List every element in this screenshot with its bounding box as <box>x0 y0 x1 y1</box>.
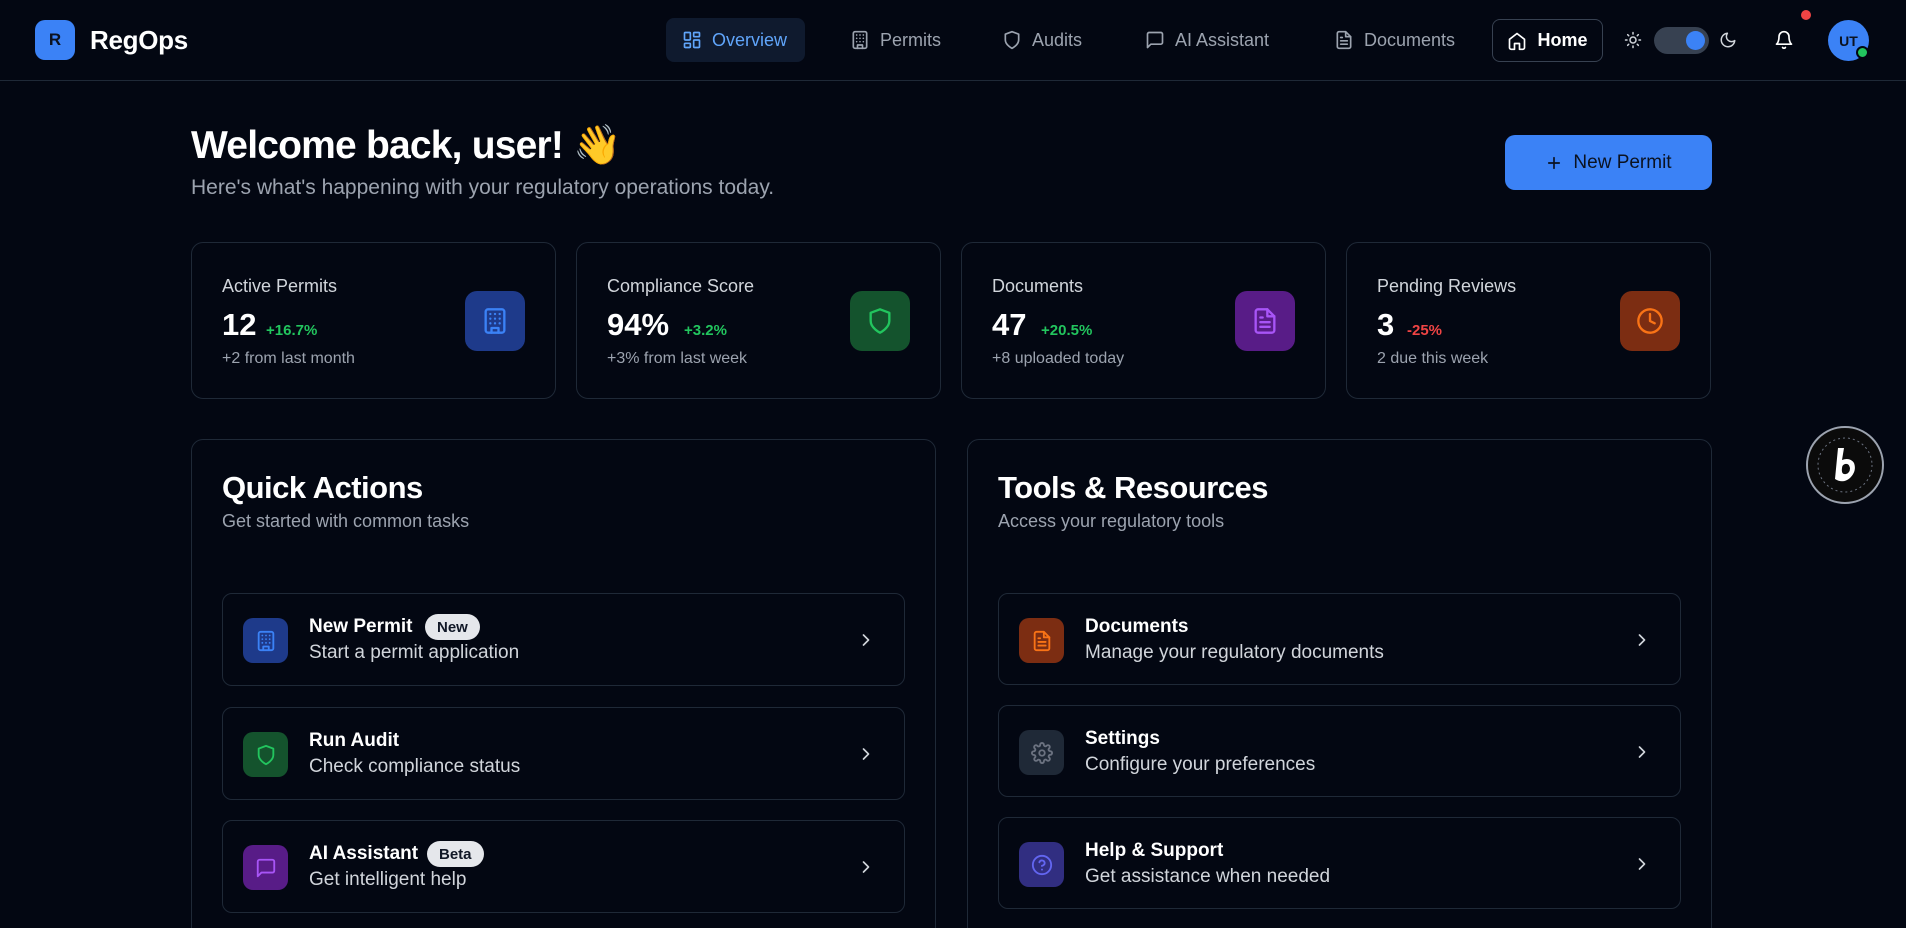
bolt-logo-icon <box>1817 437 1873 493</box>
stat-note: 2 due this week <box>1377 350 1489 367</box>
stat-label: Documents <box>992 276 1084 296</box>
nav-permits[interactable]: Permits <box>834 18 957 62</box>
row-title: Documents <box>1085 616 1189 637</box>
chevron-right-icon <box>1638 634 1646 646</box>
moon-icon <box>1718 30 1738 50</box>
row-description: Manage your regulatory documents <box>1085 642 1384 663</box>
shield-icon <box>1004 30 1020 50</box>
stat-card-compliance-score: Compliance Score 94% +3.2% +3% from last… <box>576 242 941 399</box>
nav-audits-label: Audits <box>1032 29 1083 50</box>
nav-ai-assistant[interactable]: AI Assistant <box>1129 18 1285 62</box>
nav-overview[interactable]: Overview <box>666 18 805 62</box>
stat-change: +3.2% <box>684 322 727 339</box>
row-title: Run Audit <box>309 730 400 751</box>
panel-subtitle: Access your regulatory tools <box>998 511 1225 531</box>
tool-documents[interactable]: Documents Manage your regulatory documen… <box>998 593 1681 685</box>
building-icon <box>243 618 288 663</box>
row-description: Get assistance when needed <box>1085 866 1331 887</box>
tools-resources-panel: Tools & Resources Access your regulatory… <box>967 439 1712 928</box>
file-text-icon <box>1019 618 1064 663</box>
clock-icon <box>1620 291 1680 351</box>
home-button-label: Home <box>1537 30 1588 50</box>
beta-badge: Beta <box>427 841 484 867</box>
stat-note: +8 uploaded today <box>992 350 1125 367</box>
stat-label: Active Permits <box>222 276 338 296</box>
row-description: Get intelligent help <box>309 869 467 890</box>
chevron-right-icon <box>862 634 870 646</box>
quick-action-run-audit[interactable]: Run Audit Check compliance status <box>222 707 905 800</box>
chevron-right-icon <box>1638 746 1646 758</box>
new-permit-button[interactable]: New Permit <box>1505 135 1712 190</box>
stat-value: 12 <box>222 307 257 342</box>
home-button[interactable]: Home <box>1492 19 1603 62</box>
building-icon <box>852 30 868 50</box>
tool-settings[interactable]: Settings Configure your preferences <box>998 705 1681 797</box>
file-text-icon <box>1336 30 1352 50</box>
row-title: Help & Support <box>1085 840 1224 861</box>
page-title: Welcome back, user! 👋 <box>191 124 622 167</box>
page-subtitle: Here's what's happening with your regula… <box>191 176 775 199</box>
stat-note: +2 from last month <box>222 350 355 367</box>
gear-icon <box>1019 730 1064 775</box>
stat-change: -25% <box>1407 322 1443 339</box>
chevron-right-icon <box>1638 858 1646 870</box>
bell-icon[interactable] <box>1772 28 1796 52</box>
quick-action-new-permit[interactable]: New Permit New Start a permit applicatio… <box>222 593 905 686</box>
quick-action-ai-assistant[interactable]: AI Assistant Beta Get intelligent help <box>222 820 905 913</box>
panel-title: Tools & Resources <box>998 470 1269 505</box>
message-square-icon <box>243 845 288 890</box>
theme-toggle[interactable] <box>1654 27 1709 54</box>
row-description: Check compliance status <box>309 756 521 777</box>
nav-documents[interactable]: Documents <box>1318 18 1471 62</box>
nav-ai-assistant-label: AI Assistant <box>1175 29 1270 50</box>
theme-toggle-knob <box>1686 31 1705 50</box>
stat-label: Compliance Score <box>607 276 755 296</box>
stat-value: 3 <box>1377 307 1395 342</box>
stat-card-documents: Documents 47 +20.5% +8 uploaded today <box>961 242 1326 399</box>
nav-audits[interactable]: Audits <box>986 18 1098 62</box>
shield-icon <box>243 732 288 777</box>
chevron-right-icon <box>862 861 870 873</box>
stat-note: +3% from last week <box>607 350 748 367</box>
app-name[interactable]: RegOps <box>90 25 188 56</box>
file-text-icon <box>1235 291 1295 351</box>
new-badge: New <box>425 614 480 640</box>
building-icon <box>465 291 525 351</box>
chevron-right-icon <box>862 748 870 760</box>
shield-icon <box>850 291 910 351</box>
top-navigation-bar: R RegOps Overview Permits Audits AI Assi… <box>0 0 1906 81</box>
help-circle-icon <box>1019 842 1064 887</box>
row-title: New Permit <box>309 616 413 637</box>
nav-permits-label: Permits <box>880 29 942 50</box>
panel-title: Quick Actions <box>222 470 423 505</box>
panel-subtitle: Get started with common tasks <box>222 511 470 531</box>
message-square-icon <box>1146 31 1164 49</box>
quick-actions-panel: Quick Actions Get started with common ta… <box>191 439 936 928</box>
layout-grid-icon <box>683 31 701 49</box>
home-icon <box>1509 32 1526 50</box>
nav-overview-label: Overview <box>712 29 788 50</box>
stat-value: 94% <box>607 307 670 342</box>
stat-card-active-permits: Active Permits 12 +16.7% +2 from last mo… <box>191 242 556 399</box>
bolt-logo-badge[interactable] <box>1806 426 1884 504</box>
stat-label: Pending Reviews <box>1377 276 1517 296</box>
row-description: Configure your preferences <box>1085 754 1316 775</box>
stat-change: +16.7% <box>266 322 318 339</box>
online-status-indicator <box>1856 46 1869 59</box>
new-permit-button-label: New Permit <box>1573 151 1672 173</box>
stat-value: 47 <box>992 307 1027 342</box>
plus-icon <box>1548 156 1561 169</box>
nav-documents-label: Documents <box>1364 29 1456 50</box>
notification-dot <box>1801 10 1811 20</box>
row-title: AI Assistant <box>309 843 419 864</box>
row-description: Start a permit application <box>309 642 520 663</box>
app-logo[interactable]: R <box>35 20 75 60</box>
tool-help-support[interactable]: Help & Support Get assistance when neede… <box>998 817 1681 909</box>
stat-change: +20.5% <box>1041 322 1093 339</box>
stat-card-pending-reviews: Pending Reviews 3 -25% 2 due this week <box>1346 242 1711 399</box>
sun-icon <box>1623 30 1643 50</box>
row-title: Settings <box>1085 728 1160 749</box>
